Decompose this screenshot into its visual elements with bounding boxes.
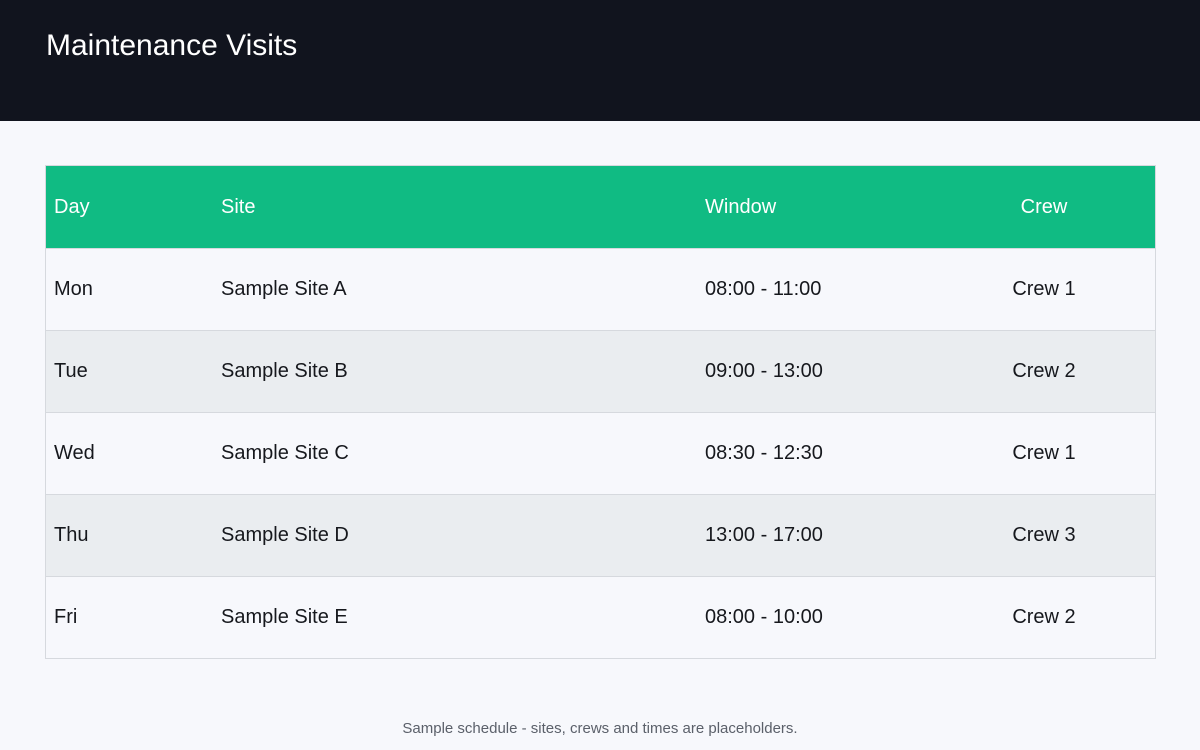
cell-day: Mon bbox=[54, 278, 93, 300]
table-header: Day Site Window Crew bbox=[45, 165, 1156, 249]
cell-crew: Crew 1 bbox=[1012, 442, 1076, 464]
cell-crew: Crew 1 bbox=[1012, 278, 1076, 300]
cell-crew: Crew 2 bbox=[1012, 360, 1076, 382]
cell-day: Fri bbox=[54, 606, 78, 628]
cell-site: Sample Site C bbox=[221, 442, 349, 464]
header-row: Day Site Window Crew bbox=[45, 165, 1156, 249]
page-title: Maintenance Visits bbox=[46, 29, 298, 62]
cell-site: Sample Site D bbox=[221, 524, 349, 546]
table-row: Wed Sample Site C 08:30 - 12:30 Crew 1 bbox=[45, 412, 1156, 495]
cell-day: Tue bbox=[54, 360, 88, 382]
cell-site: Sample Site B bbox=[221, 360, 348, 382]
header-bar: Maintenance Visits bbox=[0, 0, 1200, 121]
footnote: Sample schedule - sites, crews and times… bbox=[402, 720, 798, 737]
cell-window: 13:00 - 17:00 bbox=[705, 524, 823, 546]
table-row: Mon Sample Site A 08:00 - 11:00 Crew 1 bbox=[45, 248, 1156, 331]
table-row: Thu Sample Site D 13:00 - 17:00 Crew 3 bbox=[45, 494, 1156, 577]
cell-day: Wed bbox=[54, 442, 95, 464]
table-body: Mon Sample Site A 08:00 - 11:00 Crew 1 T… bbox=[45, 248, 1156, 659]
schedule-table: Day Site Window Crew Mon Sample Site A 0… bbox=[45, 165, 1156, 659]
cell-site: Sample Site E bbox=[221, 606, 348, 628]
cell-crew: Crew 2 bbox=[1012, 606, 1076, 628]
cell-site: Sample Site A bbox=[221, 278, 347, 300]
cell-window: 09:00 - 13:00 bbox=[705, 360, 823, 382]
table-row: Fri Sample Site E 08:00 - 10:00 Crew 2 bbox=[45, 576, 1156, 659]
cell-day: Thu bbox=[54, 524, 89, 546]
table-row: Tue Sample Site B 09:00 - 13:00 Crew 2 bbox=[45, 330, 1156, 413]
column-header-crew: Crew bbox=[1020, 195, 1068, 218]
column-header-day: Day bbox=[54, 195, 90, 218]
cell-window: 08:00 - 11:00 bbox=[705, 278, 822, 300]
column-header-window: Window bbox=[705, 195, 777, 218]
cell-crew: Crew 3 bbox=[1012, 524, 1076, 546]
cell-window: 08:30 - 12:30 bbox=[705, 442, 823, 464]
column-header-site: Site bbox=[221, 195, 256, 218]
cell-window: 08:00 - 10:00 bbox=[705, 606, 823, 628]
